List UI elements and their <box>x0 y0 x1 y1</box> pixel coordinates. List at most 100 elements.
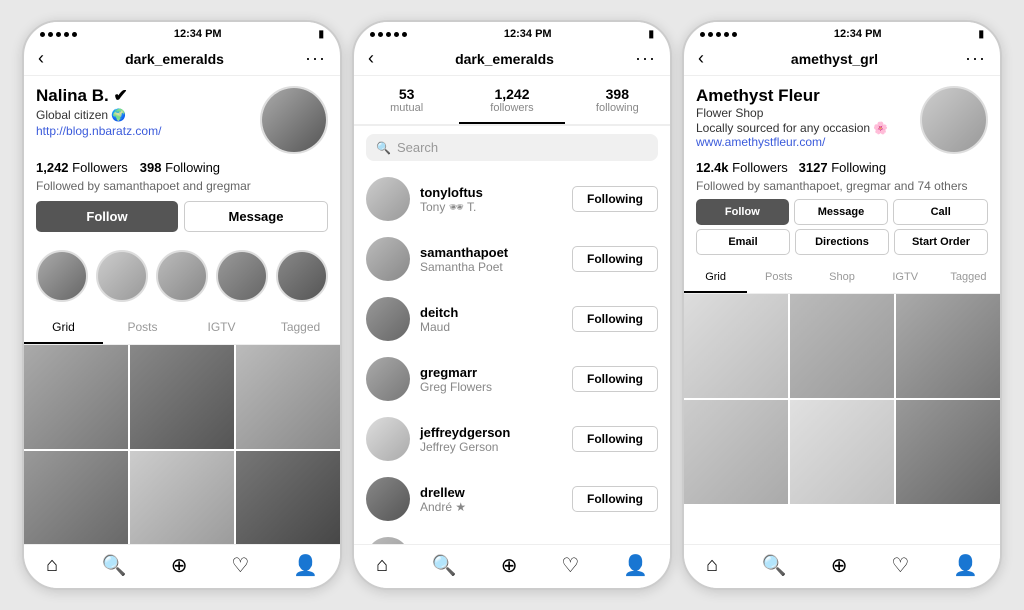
grid-cell-2[interactable] <box>130 345 234 449</box>
more-button-3[interactable]: ··· <box>965 48 986 69</box>
avatar-jeffreydgerson <box>366 417 410 461</box>
grid-cell-4[interactable] <box>24 451 128 544</box>
biz-grid-cell-1[interactable] <box>684 294 788 398</box>
grid-cell-3[interactable] <box>236 345 340 449</box>
time-1: 12:34 PM <box>174 28 222 40</box>
biz-email-button[interactable]: Email <box>696 229 790 255</box>
grid-cell-1[interactable] <box>24 345 128 449</box>
grid-cell-6[interactable] <box>236 451 340 544</box>
grid-cell-5[interactable] <box>130 451 234 544</box>
tab-tagged-3[interactable]: Tagged <box>937 263 1000 293</box>
list-item: tonyloftus Tony 🕶 T. Following <box>354 169 670 229</box>
tabs-bar-1: Grid Posts IGTV Tagged <box>24 312 340 345</box>
biz-directions-button[interactable]: Directions <box>795 229 889 255</box>
profile-icon-3[interactable]: 👤 <box>953 553 978 578</box>
following-stat-1[interactable]: 398 Following <box>140 160 220 175</box>
biz-grid-cell-5[interactable] <box>790 400 894 504</box>
tab-grid-1[interactable]: Grid <box>24 312 103 344</box>
profile-icon-1[interactable]: 👤 <box>293 553 318 578</box>
add-icon-1[interactable]: ⊕ <box>171 553 188 578</box>
followers-stat-1[interactable]: 1,242 Followers <box>36 160 128 175</box>
biz-grid-cell-6[interactable] <box>896 400 1000 504</box>
username-deitch[interactable]: deitch <box>420 305 562 320</box>
tab-posts-1[interactable]: Posts <box>103 312 182 344</box>
biz-buttons-row2: Email Directions Start Order <box>684 229 1000 263</box>
profile-header-1: Nalina B. ✔ Global citizen 🌍 http://blog… <box>24 76 340 250</box>
profile-icon-2[interactable]: 👤 <box>623 553 648 578</box>
tab-posts-3[interactable]: Posts <box>747 263 810 293</box>
search-icon-1[interactable]: 🔍 <box>102 553 127 578</box>
tab-igtv-3[interactable]: IGTV <box>874 263 937 293</box>
biz-call-button[interactable]: Call <box>893 199 988 225</box>
stories-row-1 <box>24 250 340 312</box>
tab-grid-3[interactable]: Grid <box>684 263 747 293</box>
bottom-nav-1: ⌂ 🔍 ⊕ ♡ 👤 <box>24 544 340 588</box>
username-samanthapoet[interactable]: samanthapoet <box>420 245 562 260</box>
profile-bio-1: Global citizen 🌍 <box>36 108 260 124</box>
battery-2: ▮ <box>648 29 654 40</box>
profile-content-1: Nalina B. ✔ Global citizen 🌍 http://blog… <box>24 76 340 544</box>
biz-tabs: Grid Posts Shop IGTV Tagged <box>684 263 1000 294</box>
following-button-gregmarr[interactable]: Following <box>572 366 658 392</box>
home-icon-2[interactable]: ⌂ <box>376 554 388 577</box>
follower-info-jeffreydgerson: jeffreydgerson Jeffrey Gerson <box>420 425 562 454</box>
back-button-2[interactable]: ‹ <box>368 48 374 69</box>
following-button-deitch[interactable]: Following <box>572 306 658 332</box>
biz-grid-cell-2[interactable] <box>790 294 894 398</box>
biz-grid-cell-4[interactable] <box>684 400 788 504</box>
biz-follow-button[interactable]: Follow <box>696 199 789 225</box>
story-4[interactable] <box>216 250 268 302</box>
story-5[interactable] <box>276 250 328 302</box>
story-3[interactable] <box>156 250 208 302</box>
nav-username-1: dark_emeralds <box>125 51 224 67</box>
nav-bar-3: ‹ amethyst_grl ··· <box>684 44 1000 76</box>
username-drellew[interactable]: drellew <box>420 485 562 500</box>
tab-mutual[interactable]: 53 mutual <box>354 76 459 124</box>
username-gregmarr[interactable]: gregmarr <box>420 365 562 380</box>
back-button-1[interactable]: ‹ <box>38 48 44 69</box>
following-button-jeffreydgerson[interactable]: Following <box>572 426 658 452</box>
tab-igtv-1[interactable]: IGTV <box>182 312 261 344</box>
biz-message-button[interactable]: Message <box>794 199 889 225</box>
bottom-nav-3: ⌂ 🔍 ⊕ ♡ 👤 <box>684 544 1000 588</box>
search-icon-3[interactable]: 🔍 <box>762 553 787 578</box>
profile-link-1[interactable]: http://blog.nbaratz.com/ <box>36 124 260 138</box>
biz-link[interactable]: www.amethystfleur.com/ <box>696 135 920 149</box>
tab-tagged-1[interactable]: Tagged <box>261 312 340 344</box>
signal-dots <box>40 32 77 37</box>
home-icon-1[interactable]: ⌂ <box>46 554 58 577</box>
avatar-samanthapoet <box>366 237 410 281</box>
heart-icon-2[interactable]: ♡ <box>561 553 579 578</box>
story-1[interactable] <box>36 250 88 302</box>
heart-icon-1[interactable]: ♡ <box>231 553 249 578</box>
more-button-1[interactable]: ··· <box>305 48 326 69</box>
back-button-3[interactable]: ‹ <box>698 48 704 69</box>
biz-stats: 12.4k Followers 3127 Following <box>684 158 1000 179</box>
tab-following[interactable]: 398 following <box>565 76 670 124</box>
search-input-wrap[interactable]: 🔍 Search <box>366 134 658 161</box>
bottom-nav-2: ⌂ 🔍 ⊕ ♡ 👤 <box>354 544 670 588</box>
search-icon-2b[interactable]: 🔍 <box>432 553 457 578</box>
tab-followers[interactable]: 1,242 followers <box>459 76 564 124</box>
biz-grid-cell-3[interactable] <box>896 294 1000 398</box>
following-button-samanthapoet[interactable]: Following <box>572 246 658 272</box>
add-icon-2[interactable]: ⊕ <box>501 553 518 578</box>
follower-info-tonyloftus: tonyloftus Tony 🕶 T. <box>420 185 562 214</box>
follow-button-1[interactable]: Follow <box>36 201 178 232</box>
add-icon-3[interactable]: ⊕ <box>831 553 848 578</box>
message-button-1[interactable]: Message <box>184 201 328 232</box>
home-icon-3[interactable]: ⌂ <box>706 554 718 577</box>
biz-avatar <box>920 86 988 154</box>
more-button-2[interactable]: ··· <box>635 48 656 69</box>
biz-name: Amethyst Fleur <box>696 86 920 106</box>
tab-shop-3[interactable]: Shop <box>810 263 873 293</box>
heart-icon-3[interactable]: ♡ <box>891 553 909 578</box>
username-jeffreydgerson[interactable]: jeffreydgerson <box>420 425 562 440</box>
followers-tabs-2: 53 mutual 1,242 followers 398 following <box>354 76 670 126</box>
username-tonyloftus[interactable]: tonyloftus <box>420 185 562 200</box>
story-2[interactable] <box>96 250 148 302</box>
following-button-tonyloftus[interactable]: Following <box>572 186 658 212</box>
follower-info-drellew: drellew André ★ <box>420 485 562 514</box>
biz-start-order-button[interactable]: Start Order <box>894 229 988 255</box>
following-button-drellew[interactable]: Following <box>572 486 658 512</box>
